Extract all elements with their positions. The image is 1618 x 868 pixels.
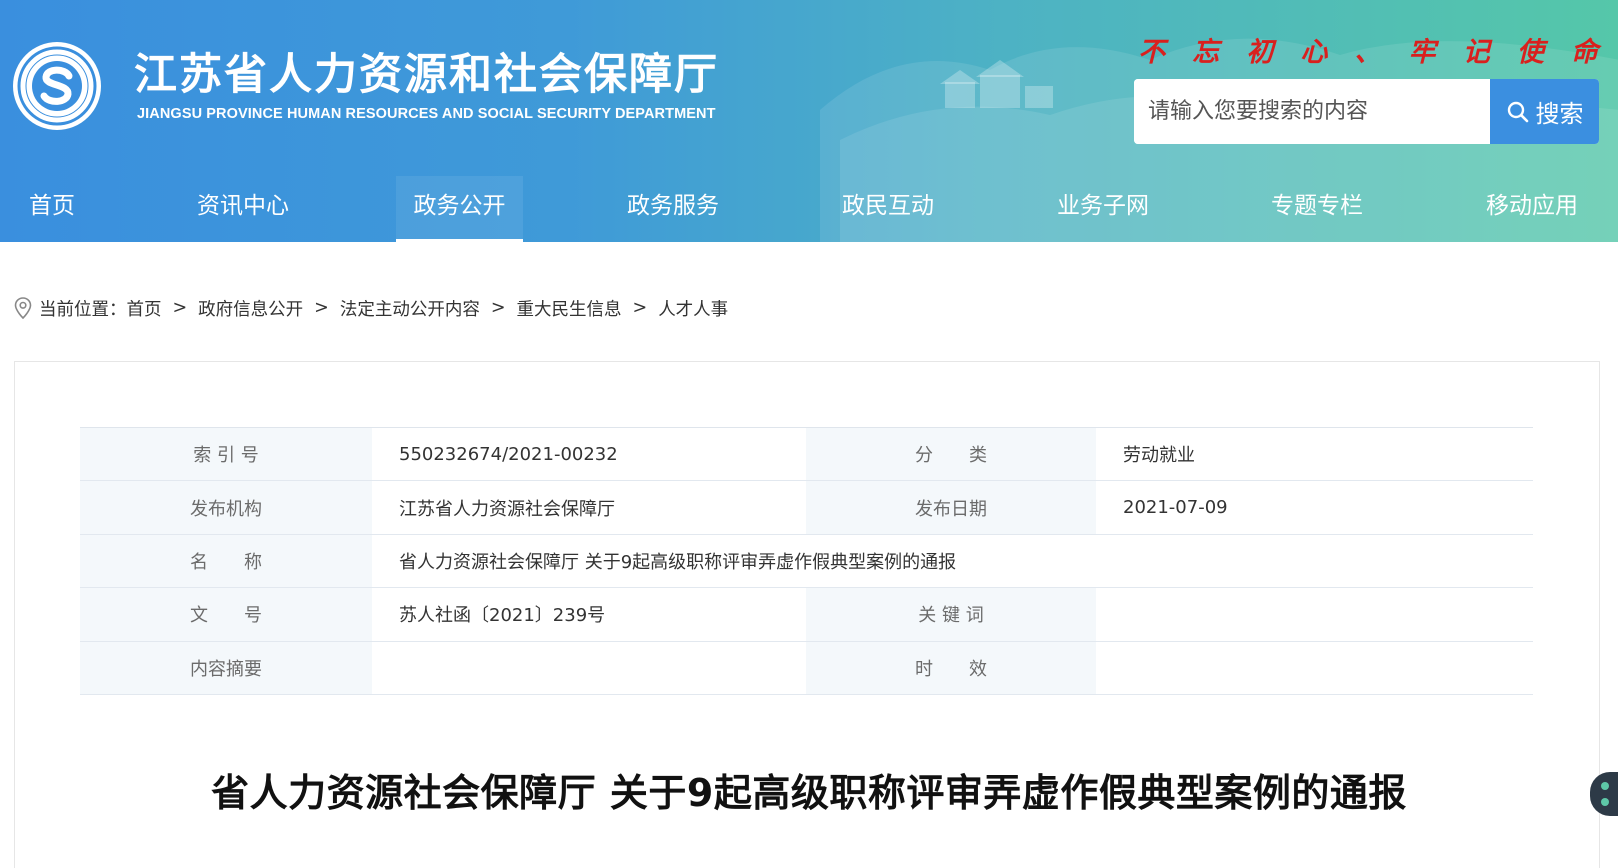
main-nav: 首页 资讯中心 政务公开 政务服务 政民互动 业务子网 专题专栏 移动应用 [0, 176, 1618, 242]
toolbar-dot-icon [1601, 798, 1609, 806]
slogan-char: 心 [1300, 37, 1328, 68]
publisher-value: 江苏省人力资源社会保障厅 [372, 480, 806, 535]
index-number-value: 550232674/2021-00232 [372, 426, 806, 482]
breadcrumb-separator: > [632, 298, 648, 318]
document-metadata-table: 索 引 号 550232674/2021-00232 分 类 劳动就业 发布机构… [80, 426, 1533, 695]
breadcrumb: 当前位置： 首页 > 政府信息公开 > 法定主动公开内容 > 重大民生信息 > … [13, 296, 728, 320]
nav-item-mobile-apps[interactable]: 移动应用 [1486, 176, 1578, 242]
breadcrumb-link-talent-personnel[interactable]: 人才人事 [658, 296, 728, 321]
site-subtitle: JIANGSU PROVINCE HUMAN RESOURCES AND SOC… [137, 106, 716, 122]
table-row: 名 称 省人力资源社会保障厅 关于9起高级职称评审弄虚作假典型案例的通报 [80, 533, 1533, 589]
summary-label: 内容摘要 [80, 640, 372, 695]
breadcrumb-link-statutory-content[interactable]: 法定主动公开内容 [340, 296, 480, 321]
slogan-char: 忘 [1192, 37, 1220, 68]
slogan: 不 忘 初 心 、 牢 记 使 命 [1138, 30, 1598, 70]
breadcrumb-separator: > [490, 298, 506, 318]
validity-label: 时 效 [806, 640, 1096, 695]
publish-date-value: 2021-07-09 [1096, 480, 1533, 535]
nav-item-home[interactable]: 首页 [29, 176, 75, 242]
document-number-label: 文 号 [80, 587, 372, 642]
breadcrumb-link-gov-info-open[interactable]: 政府信息公开 [198, 296, 303, 321]
search-icon [1507, 101, 1528, 122]
nav-item-government-services[interactable]: 政务服务 [627, 176, 719, 242]
department-logo[interactable] [13, 42, 101, 130]
location-pin-icon [14, 297, 32, 320]
search-button-label: 搜索 [1535, 100, 1584, 128]
breadcrumb-link-livelihood-info[interactable]: 重大民生信息 [517, 296, 622, 321]
slogan-char: 记 [1462, 37, 1490, 68]
table-row: 内容摘要 时 效 [80, 640, 1533, 695]
article-title: 省人力资源社会保障厅 关于9起高级职称评审弄虚作假典型案例的通报 [211, 771, 1407, 815]
slogan-char: 初 [1246, 37, 1274, 68]
slogan-char: 不 [1138, 37, 1165, 68]
category-value: 劳动就业 [1096, 426, 1533, 482]
keywords-value [1096, 587, 1533, 642]
breadcrumb-separator: > [314, 298, 329, 318]
breadcrumb-prefix: 当前位置： [39, 299, 127, 320]
toolbar-dot-icon [1601, 782, 1609, 790]
summary-value [372, 640, 806, 695]
breadcrumb-separator: > [172, 298, 188, 318]
keywords-label: 关 键 词 [806, 587, 1096, 642]
publish-date-label: 发布日期 [806, 480, 1096, 535]
slogan-char: 牢 [1408, 37, 1436, 68]
nav-item-public-interaction[interactable]: 政民互动 [842, 176, 934, 242]
nav-item-government-affairs-open[interactable]: 政务公开 [396, 176, 523, 242]
breadcrumb-link-home[interactable]: 首页 [127, 296, 162, 321]
document-name-label: 名 称 [80, 533, 372, 589]
table-row: 发布机构 江苏省人力资源社会保障厅 发布日期 2021-07-09 [80, 480, 1533, 535]
publisher-label: 发布机构 [80, 480, 372, 535]
category-label: 分 类 [806, 426, 1096, 482]
site-header: 江苏省人力资源和社会保障厅 JIANGSU PROVINCE HUMAN RES… [0, 0, 1618, 242]
search-button[interactable]: 搜索 [1490, 79, 1599, 144]
logo-emblem-icon [17, 46, 97, 126]
index-number-label: 索 引 号 [80, 426, 372, 482]
slogan-char: 、 [1354, 37, 1382, 68]
table-row: 文 号 苏人社函〔2021〕239号 关 键 词 [80, 587, 1533, 642]
validity-value [1096, 640, 1533, 695]
search-input[interactable] [1134, 79, 1490, 144]
slogan-char: 命 [1571, 37, 1598, 68]
site-title: 江苏省人力资源和社会保障厅 [134, 50, 719, 100]
document-name-value: 省人力资源社会保障厅 关于9起高级职称评审弄虚作假典型案例的通报 [372, 533, 1533, 589]
nav-item-business-subsites[interactable]: 业务子网 [1057, 176, 1149, 242]
table-row: 索 引 号 550232674/2021-00232 分 类 劳动就业 [80, 426, 1533, 482]
nav-item-news-center[interactable]: 资讯中心 [197, 176, 289, 242]
slogan-char: 使 [1516, 37, 1544, 68]
nav-item-special-topics[interactable]: 专题专栏 [1271, 176, 1363, 242]
floating-toolbar[interactable] [1590, 772, 1618, 816]
document-number-value: 苏人社函〔2021〕239号 [372, 587, 806, 642]
search-box: 搜索 [1134, 79, 1599, 144]
